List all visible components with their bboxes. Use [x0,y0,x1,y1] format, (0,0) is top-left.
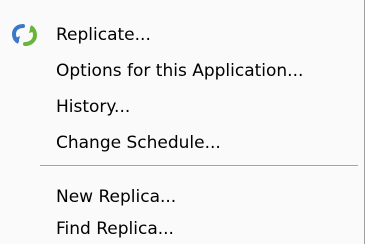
menu-item-new-replica[interactable]: New Replica... [0,182,364,212]
menu-item-label: Find Replica... [56,219,174,239]
menu-item-label: History... [56,97,131,117]
menu-item-label: New Replica... [56,187,177,207]
menu-item-label: Options for this Application... [56,61,304,81]
menu-item-label: Replicate... [56,25,151,45]
replicate-icon [10,22,40,48]
menu-item-history[interactable]: History... [0,92,364,122]
menu-item-change-schedule[interactable]: Change Schedule... [0,128,364,158]
menu-separator [40,165,358,167]
menu-item-replicate[interactable]: Replicate... [0,20,364,50]
menu-item-find-replica[interactable]: Find Replica... [0,214,364,244]
menu-item-label: Change Schedule... [56,133,221,153]
context-menu: Replicate... Options for this Applicatio… [0,0,365,244]
menu-item-options[interactable]: Options for this Application... [0,56,364,86]
